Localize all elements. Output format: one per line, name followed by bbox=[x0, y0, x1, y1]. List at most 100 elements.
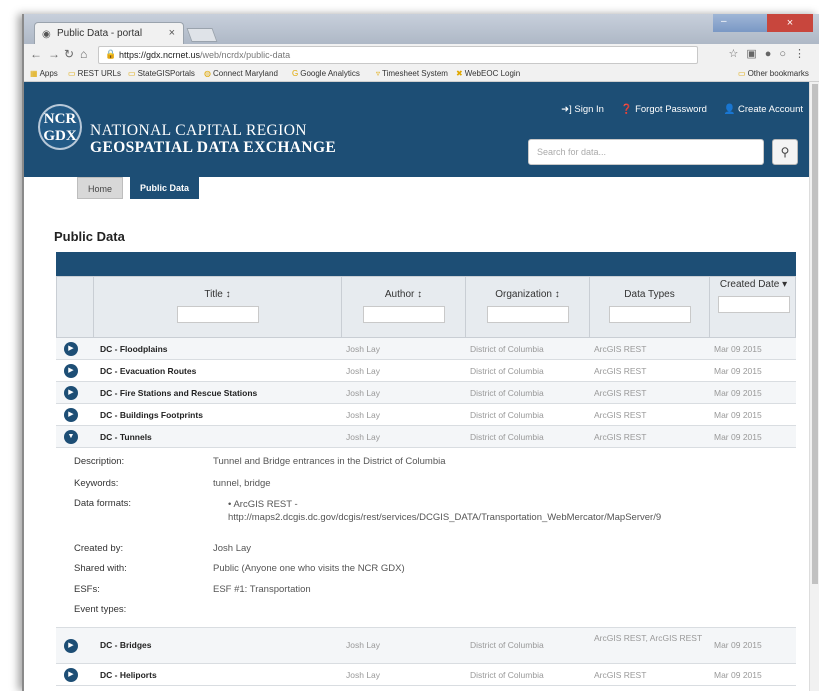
table-row-expanded[interactable]: ▼ DC - Tunnels Josh Lay District of Colu… bbox=[56, 426, 796, 448]
back-icon[interactable]: ← bbox=[30, 47, 42, 61]
title-filter-input[interactable] bbox=[176, 306, 259, 323]
expand-icon[interactable]: ▶ bbox=[64, 639, 78, 653]
user-icon: 👤 bbox=[723, 104, 736, 115]
url-path: /web/ncrdx/public-data bbox=[200, 50, 291, 60]
url-field[interactable]: 🔒 https://gdx.ncrnet.us/web/ncrdx/public… bbox=[98, 46, 698, 64]
organization-filter-input[interactable] bbox=[486, 306, 569, 323]
author-filter-input[interactable] bbox=[362, 306, 445, 323]
column-header-data-types[interactable]: Data Types bbox=[589, 277, 709, 337]
collapse-icon[interactable]: ▼ bbox=[64, 430, 78, 444]
row-title[interactable]: DC - Evacuation Routes bbox=[100, 360, 336, 382]
table-body-continued: ▶ DC - Bridges Josh Lay District of Colu… bbox=[56, 628, 796, 686]
table-row[interactable]: ▶ DC - Fire Stations and Rescue Stations… bbox=[56, 382, 796, 404]
row-title[interactable]: DC - Tunnels bbox=[100, 426, 336, 448]
row-title[interactable]: DC - Heliports bbox=[100, 664, 336, 686]
site-logo[interactable]: NCR GDX bbox=[38, 104, 82, 150]
page-scrollbar[interactable] bbox=[809, 82, 819, 691]
search-input[interactable]: Search for data... bbox=[528, 139, 764, 165]
shared-with-value: Public (Anyone one who visits the NCR GD… bbox=[213, 563, 405, 574]
column-header-title[interactable]: Title ↕ bbox=[93, 277, 341, 337]
row-data-type: ArcGIS REST bbox=[594, 432, 647, 442]
search-icon: ⚲ bbox=[780, 145, 790, 159]
sign-in-icon: ➜] bbox=[561, 104, 572, 115]
reload-icon[interactable]: ↻ bbox=[64, 47, 74, 61]
extension-icons[interactable]: ☆▣●○⋮ bbox=[728, 47, 813, 60]
tab-close-icon[interactable]: × bbox=[169, 27, 175, 39]
expand-icon[interactable]: ▶ bbox=[64, 386, 78, 400]
column-header-created-date[interactable]: Created Date ▾ bbox=[709, 277, 797, 337]
keywords-label: Keywords: bbox=[74, 478, 119, 489]
expand-icon[interactable]: ▶ bbox=[64, 342, 78, 356]
nav-tab-public-data[interactable]: Public Data bbox=[130, 177, 200, 199]
create-account-link[interactable]: 👤 Create Account bbox=[724, 104, 803, 115]
lock-icon: 🔒 bbox=[105, 49, 117, 59]
bookmark-rest-urls[interactable]: ▭ REST URLs bbox=[68, 69, 121, 78]
keywords-value: tunnel, bridge bbox=[213, 478, 271, 489]
browser-tab[interactable]: ◉ Public Data - portal × bbox=[34, 22, 184, 44]
row-created-date: Mar 09 2015 bbox=[714, 344, 762, 354]
minimize-icon[interactable]: – bbox=[721, 16, 727, 27]
search-button[interactable]: ⚲ bbox=[772, 139, 798, 165]
bookmark-timesheet[interactable]: ▿ Timesheet System bbox=[376, 69, 448, 78]
column-header-organization[interactable]: Organization ↕ bbox=[465, 277, 589, 337]
esfs-value: ESF #1: Transportation bbox=[213, 584, 311, 595]
folder-icon: ▭ bbox=[738, 69, 746, 78]
site-title[interactable]: NATIONAL CAPITAL REGION GEOSPATIAL DATA … bbox=[90, 122, 336, 156]
table-row[interactable]: ▶ DC - Heliports Josh Lay District of Co… bbox=[56, 664, 796, 686]
data-formats-label: Data formats: bbox=[74, 498, 132, 509]
row-organization: District of Columbia bbox=[470, 344, 544, 354]
data-format-url[interactable]: http://maps2.dcgis.dc.gov/dcgis/rest/ser… bbox=[228, 512, 661, 523]
bookmark-state-gis[interactable]: ▭ StateGISPortals bbox=[128, 69, 195, 78]
table-header: Title ↕ Author ↕ Organization ↕ Data Typ… bbox=[56, 276, 796, 338]
description-label: Description: bbox=[74, 456, 125, 467]
row-created-date: Mar 09 2015 bbox=[714, 410, 762, 420]
table-row[interactable]: ▶ DC - Buildings Footprints Josh Lay Dis… bbox=[56, 404, 796, 426]
row-author: Josh Lay bbox=[346, 432, 381, 442]
nav-tab-home[interactable]: Home bbox=[77, 177, 124, 199]
web-page: NCR GDX NATIONAL CAPITAL REGION GEOSPATI… bbox=[24, 82, 819, 691]
bookmark-apps[interactable]: ▦ Apps bbox=[30, 69, 58, 78]
table-top-bar bbox=[56, 252, 796, 276]
data-format-item: • ArcGIS REST - http://maps2.dcgis.dc.gov… bbox=[228, 499, 662, 523]
home-icon[interactable]: ⌂ bbox=[80, 47, 87, 61]
new-tab-button[interactable] bbox=[186, 28, 218, 42]
row-title[interactable]: DC - Buildings Footprints bbox=[100, 404, 336, 426]
row-data-type: ArcGIS REST, ArcGIS REST bbox=[594, 633, 703, 643]
google-icon: G bbox=[292, 69, 299, 78]
data-types-filter-input[interactable] bbox=[608, 306, 691, 323]
row-title[interactable]: DC - Bridges bbox=[100, 628, 336, 664]
bookmark-connect-maryland[interactable]: ◍ Connect Maryland bbox=[204, 69, 278, 78]
column-header-author[interactable]: Author ↕ bbox=[341, 277, 465, 337]
row-title[interactable]: DC - Floodplains bbox=[100, 338, 336, 360]
created-by-label: Created by: bbox=[74, 543, 124, 554]
row-organization: District of Columbia bbox=[470, 388, 544, 398]
esfs-label: ESFs: bbox=[74, 584, 100, 595]
row-author: Josh Lay bbox=[346, 388, 381, 398]
sign-in-link[interactable]: ➜] Sign In bbox=[561, 104, 604, 115]
row-title[interactable]: DC - Fire Stations and Rescue Stations bbox=[100, 382, 336, 404]
row-author: Josh Lay bbox=[346, 670, 381, 680]
row-author: Josh Lay bbox=[346, 640, 381, 650]
created-date-filter-input[interactable] bbox=[717, 296, 790, 313]
row-organization: District of Columbia bbox=[470, 410, 544, 420]
bookmark-webeoc[interactable]: ✖ WebEOC Login bbox=[456, 69, 520, 78]
expand-icon[interactable]: ▶ bbox=[64, 408, 78, 422]
table-row[interactable]: ▶ DC - Floodplains Josh Lay District of … bbox=[56, 338, 796, 360]
bookmark-google-analytics[interactable]: G Google Analytics bbox=[292, 69, 360, 78]
table-row[interactable]: ▶ DC - Evacuation Routes Josh Lay Distri… bbox=[56, 360, 796, 382]
row-created-date: Mar 09 2015 bbox=[714, 388, 762, 398]
page-title: Public Data bbox=[54, 229, 125, 244]
row-data-type: ArcGIS REST bbox=[594, 670, 647, 680]
bookmark-other[interactable]: ▭ Other bookmarks bbox=[738, 69, 809, 78]
scrollbar-thumb[interactable] bbox=[812, 84, 818, 584]
window-close-icon[interactable]: × bbox=[767, 14, 813, 32]
table-row[interactable]: ▶ DC - Bridges Josh Lay District of Colu… bbox=[56, 628, 796, 664]
forward-icon[interactable]: → bbox=[48, 47, 60, 61]
forgot-password-link[interactable]: ❓ Forgot Password bbox=[621, 104, 707, 115]
url-host: https://gdx.ncrnet.us bbox=[119, 50, 201, 60]
row-data-type: ArcGIS REST bbox=[594, 344, 647, 354]
expand-icon[interactable]: ▶ bbox=[64, 668, 78, 682]
row-details-panel: Description: Tunnel and Bridge entrances… bbox=[56, 448, 796, 628]
row-author: Josh Lay bbox=[346, 410, 381, 420]
expand-icon[interactable]: ▶ bbox=[64, 364, 78, 378]
